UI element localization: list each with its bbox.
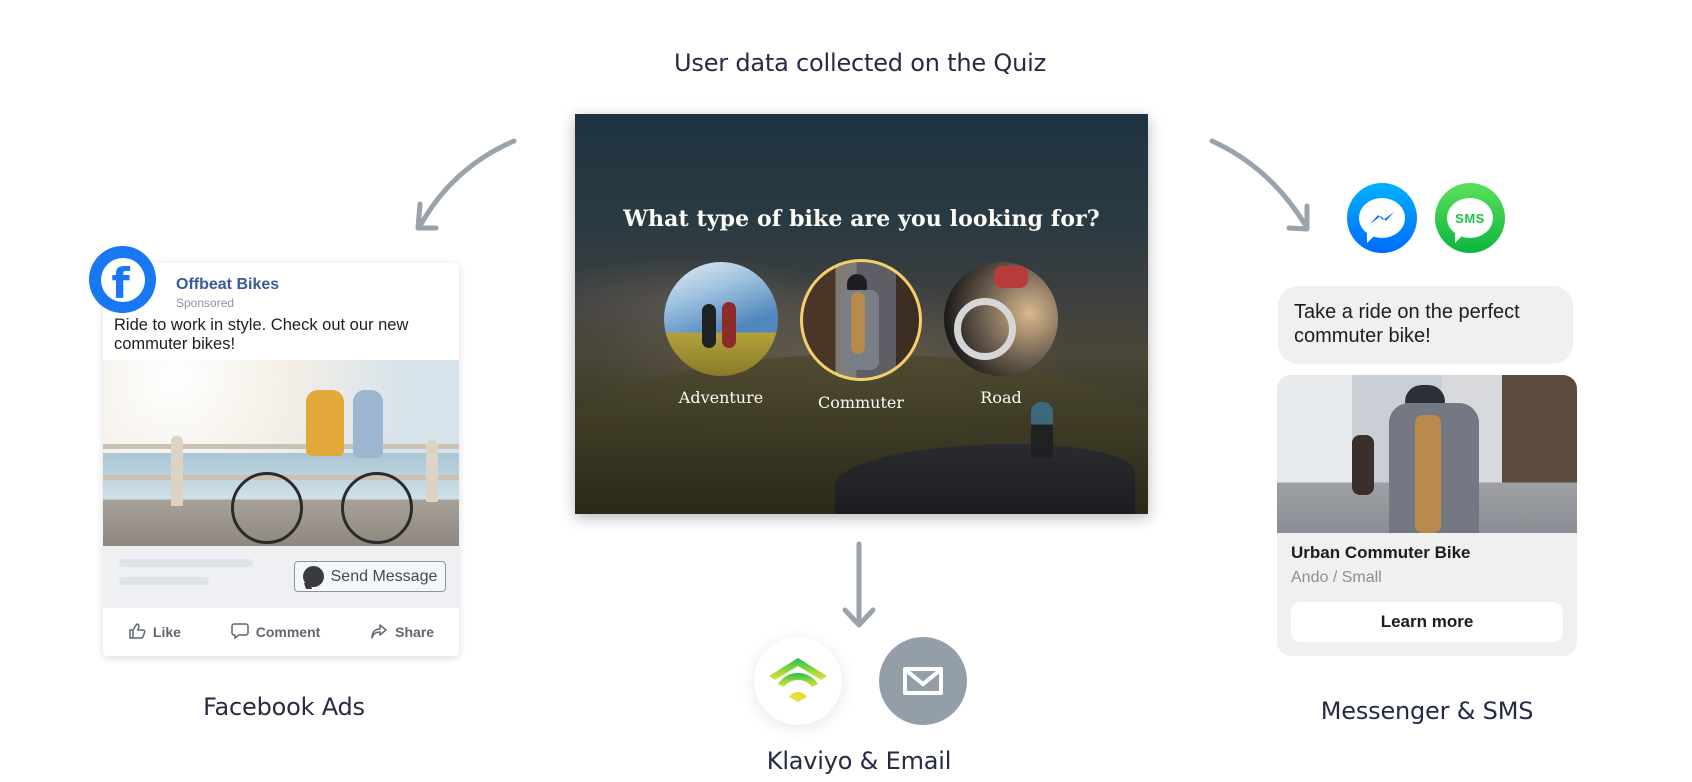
quiz-panel: What type of bike are you looking for? A… bbox=[575, 114, 1148, 514]
placeholder-line bbox=[119, 559, 253, 567]
comment-icon bbox=[231, 622, 249, 643]
messenger-icon bbox=[302, 566, 324, 587]
product-card: Urban Commuter Bike Ando / Small Learn m… bbox=[1277, 375, 1577, 656]
learn-more-button[interactable]: Learn more bbox=[1291, 602, 1563, 642]
send-message-label: Send Message bbox=[330, 567, 438, 585]
quiz-option-commuter[interactable]: Commuter bbox=[791, 259, 931, 412]
facebook-logo-icon: f bbox=[89, 246, 156, 313]
sms-icon: SMS bbox=[1435, 183, 1505, 253]
arrow-to-messaging bbox=[1209, 138, 1309, 229]
quiz-option-label: Commuter bbox=[817, 393, 905, 412]
share-label: Share bbox=[395, 624, 435, 640]
email-icon bbox=[879, 637, 967, 725]
share-icon bbox=[370, 622, 388, 643]
commuter-image bbox=[800, 259, 922, 381]
chat-message-bubble: Take a ride on the perfect commuter bike… bbox=[1278, 286, 1573, 364]
fb-cta-bar: Send Message bbox=[103, 546, 459, 608]
arrow-to-email-head bbox=[842, 607, 876, 628]
placeholder-line bbox=[119, 577, 209, 585]
messenger-sms-caption: Messenger & SMS bbox=[1320, 697, 1534, 725]
fb-post-text: Ride to work in style. Check out our new… bbox=[114, 316, 409, 353]
quiz-option-adventure[interactable]: Adventure bbox=[651, 262, 791, 407]
facebook-ad-card: Offbeat Bikes Sponsored Ride to work in … bbox=[103, 263, 459, 656]
quiz-caption: User data collected on the Quiz bbox=[674, 49, 1046, 77]
product-title: Urban Commuter Bike bbox=[1291, 543, 1471, 562]
arrow-to-facebook bbox=[417, 138, 517, 229]
adventure-image bbox=[664, 262, 778, 376]
arrow-to-facebook-head bbox=[415, 201, 439, 231]
quiz-option-road[interactable]: Road bbox=[931, 262, 1071, 407]
thumbs-up-icon bbox=[128, 622, 146, 643]
product-image[interactable] bbox=[1277, 375, 1577, 533]
comment-label: Comment bbox=[255, 624, 321, 640]
klaviyo-icon bbox=[754, 637, 842, 725]
quiz-option-label: Adventure bbox=[678, 388, 764, 407]
sms-badge: SMS bbox=[1455, 210, 1485, 226]
quiz-background-cyclist bbox=[1031, 402, 1053, 458]
share-button[interactable]: Share bbox=[370, 622, 434, 643]
messenger-icon bbox=[1347, 183, 1417, 253]
arrow-to-messaging-head bbox=[1286, 203, 1310, 232]
comment-button[interactable]: Comment bbox=[231, 622, 321, 643]
klaviyo-email-caption: Klaviyo & Email bbox=[766, 747, 952, 775]
fb-action-bar: Like Comment Share bbox=[103, 608, 459, 656]
like-button[interactable]: Like bbox=[128, 622, 181, 643]
send-message-button[interactable]: Send Message bbox=[294, 561, 446, 592]
fb-sponsored-label: Sponsored bbox=[176, 296, 235, 310]
road-image bbox=[944, 262, 1058, 376]
facebook-ads-caption: Facebook Ads bbox=[203, 693, 365, 721]
quiz-question: What type of bike are you looking for? bbox=[623, 206, 1100, 232]
product-variant: Ando / Small bbox=[1291, 569, 1382, 586]
like-label: Like bbox=[152, 624, 181, 640]
fb-ad-image[interactable] bbox=[103, 360, 459, 546]
fb-page-name[interactable]: Offbeat Bikes bbox=[176, 276, 279, 294]
quiz-option-label: Road bbox=[980, 388, 1022, 407]
